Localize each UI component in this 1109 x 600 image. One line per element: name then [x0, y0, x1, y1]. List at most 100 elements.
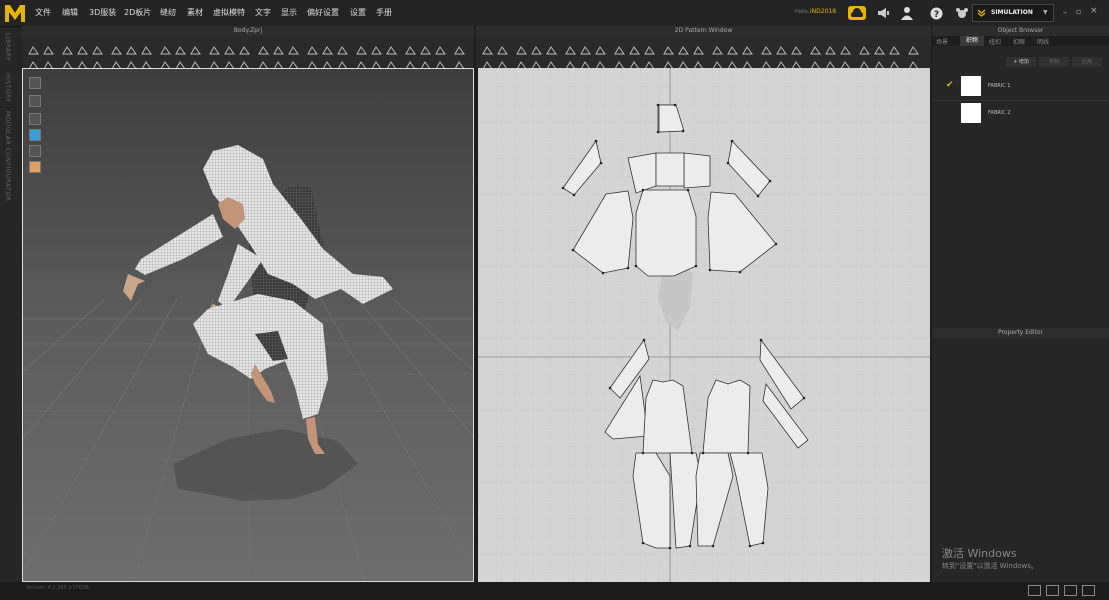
- line-tool-icon[interactable]: [77, 55, 88, 70]
- transform-tool-icon[interactable]: [825, 40, 836, 55]
- pin-tool-icon[interactable]: [92, 40, 103, 55]
- circle-tool-icon[interactable]: [678, 40, 689, 55]
- trace-tool-icon[interactable]: [126, 55, 137, 70]
- measure-tool-icon[interactable]: [595, 40, 606, 55]
- arrange-tool-icon[interactable]: [595, 55, 606, 70]
- pin-tool-icon[interactable]: [546, 40, 557, 55]
- tack-tool-icon[interactable]: [776, 55, 787, 70]
- layout-single-icon[interactable]: [1028, 585, 1041, 596]
- tab-button[interactable]: 纽扣: [989, 37, 1001, 46]
- fabric-list-item[interactable]: ✔ FABRIC 1: [932, 74, 1109, 98]
- avatar-skin-icon[interactable]: [29, 161, 41, 173]
- steam-tool-icon[interactable]: [614, 55, 625, 70]
- viewport-3d[interactable]: [22, 68, 474, 582]
- tack-tool-icon[interactable]: [565, 40, 576, 55]
- avatar-tool-icon[interactable]: [791, 55, 802, 70]
- measure-tool-icon[interactable]: [28, 55, 39, 70]
- circle-tool-icon[interactable]: [435, 55, 446, 70]
- avatar-tool-icon[interactable]: [337, 55, 348, 70]
- grid-tool-icon[interactable]: [322, 40, 333, 55]
- rect-tool-icon[interactable]: [546, 55, 557, 70]
- avatar-tool-icon[interactable]: [580, 40, 591, 55]
- history-tab[interactable]: HISTORY: [4, 73, 11, 102]
- menu-display[interactable]: 显示: [281, 7, 297, 18]
- user-account-icon[interactable]: [901, 6, 913, 20]
- line-tool-icon[interactable]: [531, 55, 542, 70]
- pen-tool-icon[interactable]: [386, 55, 397, 70]
- grid-tool-icon[interactable]: [776, 40, 787, 55]
- measure-tool-icon[interactable]: [141, 40, 152, 55]
- tab-scene[interactable]: 场景: [936, 37, 948, 46]
- trace-tool-icon[interactable]: [454, 55, 465, 70]
- trace-tool-icon[interactable]: [908, 55, 919, 70]
- line-tool-icon[interactable]: [859, 55, 870, 70]
- fold-tool-icon[interactable]: [727, 55, 738, 70]
- close-icon[interactable]: ×: [1090, 6, 1098, 16]
- freeze-tool-icon[interactable]: [288, 40, 299, 55]
- arrange-tool-icon[interactable]: [141, 55, 152, 70]
- fabric-list-item[interactable]: FABRIC 2: [932, 100, 1109, 125]
- pin-tool-icon[interactable]: [874, 40, 885, 55]
- announcement-icon[interactable]: [877, 7, 890, 19]
- menu-3d-garment[interactable]: 3D服装: [89, 7, 116, 18]
- modular-configurator-tab[interactable]: MODULAR CONFIGURATOR: [4, 111, 11, 201]
- hide-tool-icon[interactable]: [761, 40, 772, 55]
- fold-tool-icon[interactable]: [386, 40, 397, 55]
- fold-tool-icon[interactable]: [840, 40, 851, 55]
- rect-tool-icon[interactable]: [663, 40, 674, 55]
- trace-tool-icon[interactable]: [239, 40, 250, 55]
- freeze-tool-icon[interactable]: [742, 40, 753, 55]
- steam-tool-icon[interactable]: [273, 40, 284, 55]
- brush-tool-icon[interactable]: [497, 55, 508, 70]
- sew-tool-icon[interactable]: [859, 40, 870, 55]
- select-tool-icon[interactable]: [693, 55, 704, 70]
- apply-fabric-button[interactable]: 应用: [1072, 57, 1102, 67]
- add-fabric-button[interactable]: + 增加: [1006, 57, 1036, 67]
- layout-3d-icon[interactable]: [1064, 585, 1077, 596]
- menu-text[interactable]: 文字: [255, 7, 271, 18]
- hide-tool-icon[interactable]: [644, 55, 655, 70]
- measure-tool-icon[interactable]: [356, 55, 367, 70]
- menu-settings[interactable]: 设置: [350, 7, 366, 18]
- pen-tool-icon[interactable]: [629, 40, 640, 55]
- menu-manual[interactable]: 手册: [376, 7, 392, 18]
- trace-tool-icon[interactable]: [693, 40, 704, 55]
- menu-materials[interactable]: 素材: [187, 7, 203, 18]
- menu-sewing[interactable]: 缝纫: [160, 7, 176, 18]
- sew-tool-icon[interactable]: [405, 40, 416, 55]
- transform-tool-icon[interactable]: [43, 40, 54, 55]
- steam-tool-icon[interactable]: [727, 40, 738, 55]
- viewport-2d[interactable]: [478, 68, 930, 582]
- transform-tool-icon[interactable]: [371, 40, 382, 55]
- circle-tool-icon[interactable]: [224, 40, 235, 55]
- avatar-pose-icon[interactable]: [29, 113, 41, 125]
- minimize-icon[interactable]: –: [1063, 8, 1067, 17]
- layout-2d-icon[interactable]: [1082, 585, 1095, 596]
- community-icon[interactable]: [955, 6, 969, 20]
- grid-tool-icon[interactable]: [663, 55, 674, 70]
- menu-preferences[interactable]: 偏好设置: [307, 7, 339, 18]
- sew-tool-icon[interactable]: [742, 55, 753, 70]
- select-tool-icon[interactable]: [810, 40, 821, 55]
- brush-tool-icon[interactable]: [614, 40, 625, 55]
- tack-tool-icon[interactable]: [111, 40, 122, 55]
- tack-tool-icon[interactable]: [889, 40, 900, 55]
- measure-tool-icon[interactable]: [482, 55, 493, 70]
- restore-icon[interactable]: ▫: [1076, 7, 1081, 16]
- texture-view-icon[interactable]: [29, 129, 41, 141]
- transform-tool-icon[interactable]: [497, 40, 508, 55]
- fold-tool-icon[interactable]: [62, 40, 73, 55]
- avatar-tool-icon[interactable]: [126, 40, 137, 55]
- avatar-tool-icon[interactable]: [454, 40, 465, 55]
- transform-tool-icon[interactable]: [712, 55, 723, 70]
- cloud-icon[interactable]: [848, 6, 866, 20]
- measure-tool-icon[interactable]: [810, 55, 821, 70]
- freeze-tool-icon[interactable]: [175, 55, 186, 70]
- avatar-tool-icon[interactable]: [908, 40, 919, 55]
- menu-2d-pattern[interactable]: 2D板片: [124, 7, 151, 18]
- mode-selector[interactable]: SIMULATION ▼: [972, 4, 1054, 22]
- fold-tool-icon[interactable]: [273, 55, 284, 70]
- grid-tool-icon[interactable]: [209, 55, 220, 70]
- select-tool-icon[interactable]: [28, 40, 39, 55]
- line-tool-icon[interactable]: [405, 55, 416, 70]
